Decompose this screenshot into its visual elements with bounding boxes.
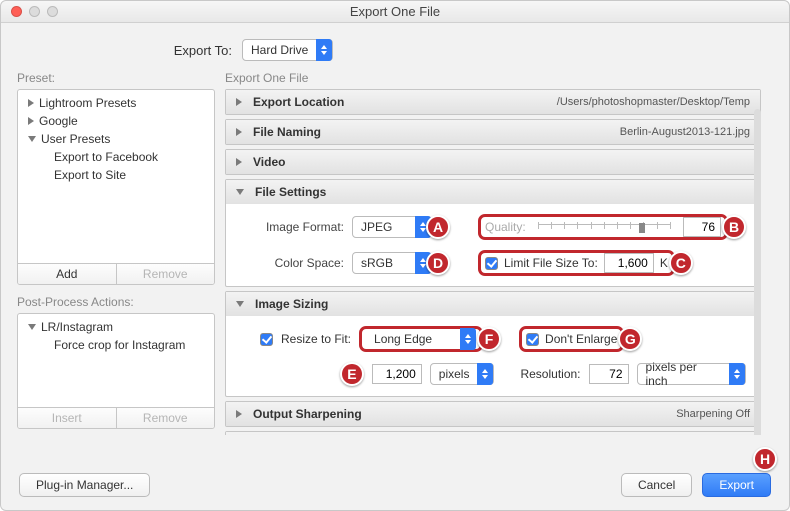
resize-fit-checkbox[interactable]	[260, 333, 273, 346]
chevron-down-icon	[236, 301, 244, 307]
pp-insert-button[interactable]: Insert	[18, 408, 116, 428]
annotation-a: A	[426, 215, 450, 239]
color-space-label: Color Space:	[240, 256, 344, 270]
preset-label: Preset:	[17, 71, 215, 85]
resolution-unit-select[interactable]: pixels per inch	[637, 363, 746, 385]
quality-input[interactable]	[683, 217, 721, 237]
section-file-naming-header[interactable]: File Naming Berlin-August2013-121.jpg	[226, 120, 760, 144]
chevron-updown-icon	[729, 363, 745, 385]
titlebar: Export One File	[1, 1, 789, 23]
limit-filesize-input[interactable]	[604, 253, 654, 273]
preset-add-button[interactable]: Add	[18, 264, 116, 284]
resolution-label: Resolution:	[520, 367, 580, 381]
chevron-right-icon	[236, 158, 242, 166]
preset-remove-button[interactable]: Remove	[116, 264, 215, 284]
dont-enlarge-checkbox[interactable]	[526, 333, 539, 346]
annotation-b: B	[722, 215, 746, 239]
scrollbar[interactable]	[754, 109, 761, 435]
chevron-updown-icon	[460, 328, 476, 350]
preset-export-site[interactable]: Export to Site	[18, 166, 214, 184]
chevron-right-icon	[236, 98, 242, 106]
section-video: Video	[225, 149, 761, 175]
annotation-e: E	[340, 362, 364, 386]
section-export-location-header[interactable]: Export Location /Users/photoshopmaster/D…	[226, 90, 760, 114]
section-video-header[interactable]: Video	[226, 150, 760, 174]
resize-fit-label: Resize to Fit:	[281, 332, 351, 346]
section-metadata: Metadata All Metadata	[225, 431, 761, 435]
annotation-d: D	[426, 251, 450, 275]
image-format-select[interactable]: JPEG	[352, 216, 432, 238]
export-to-select[interactable]: Hard Drive	[242, 39, 333, 61]
chevron-down-icon	[28, 136, 36, 142]
chevron-down-icon	[28, 324, 36, 330]
limit-filesize-checkbox[interactable]	[485, 257, 498, 270]
window-title: Export One File	[1, 4, 789, 19]
section-image-sizing-header[interactable]: Image Sizing	[226, 292, 760, 316]
section-file-naming: File Naming Berlin-August2013-121.jpg	[225, 119, 761, 145]
export-to-value: Hard Drive	[243, 43, 316, 57]
post-process-list: LR/Instagram Force crop for Instagram In…	[17, 313, 215, 429]
export-button[interactable]: Export	[702, 473, 771, 497]
dimension-input[interactable]	[372, 364, 422, 384]
pp-remove-button[interactable]: Remove	[116, 408, 215, 428]
resize-mode-select[interactable]: Long Edge	[366, 329, 476, 349]
post-process-label: Post-Process Actions:	[17, 295, 215, 309]
section-export-location: Export Location /Users/photoshopmaster/D…	[225, 89, 761, 115]
section-output-sharpening-header[interactable]: Output Sharpening Sharpening Off	[226, 402, 760, 426]
limit-filesize-unit: K	[660, 256, 668, 270]
chevron-down-icon	[236, 189, 244, 195]
preset-lightroom[interactable]: Lightroom Presets	[18, 94, 214, 112]
section-output-sharpening: Output Sharpening Sharpening Off	[225, 401, 761, 427]
chevron-right-icon	[236, 128, 242, 136]
dont-enlarge-label: Don't Enlarge	[545, 332, 617, 346]
annotation-g: G	[618, 327, 642, 351]
preset-list: Lightroom Presets Google User Presets Ex…	[17, 89, 215, 285]
annotation-f: F	[477, 327, 501, 351]
image-format-label: Image Format:	[240, 220, 344, 234]
pp-force-crop[interactable]: Force crop for Instagram	[18, 336, 214, 354]
limit-filesize-label: Limit File Size To:	[504, 256, 598, 270]
chevron-updown-icon	[477, 363, 493, 385]
chevron-right-icon	[236, 410, 242, 418]
dimension-unit-select[interactable]: pixels	[430, 363, 495, 385]
annotation-h: H	[753, 447, 777, 471]
quality-label: Quality:	[485, 220, 526, 234]
color-space-select[interactable]: sRGB	[352, 252, 432, 274]
resolution-input[interactable]	[589, 364, 629, 384]
annotation-c: C	[669, 251, 693, 275]
chevron-right-icon	[28, 99, 34, 107]
quality-slider[interactable]	[538, 224, 671, 230]
right-header: Export One File	[225, 71, 773, 85]
section-image-sizing: Image Sizing Resize to Fit: Long Edge	[225, 291, 761, 397]
preset-user[interactable]: User Presets	[18, 130, 214, 148]
pp-lr-instagram[interactable]: LR/Instagram	[18, 318, 214, 336]
section-file-settings-header[interactable]: File Settings	[226, 180, 760, 204]
export-dialog: Export One File Export To: Hard Drive Pr…	[0, 0, 790, 511]
export-to-label: Export To:	[167, 43, 232, 58]
plugin-manager-button[interactable]: Plug-in Manager...	[19, 473, 150, 497]
slider-thumb[interactable]	[639, 223, 645, 233]
preset-google[interactable]: Google	[18, 112, 214, 130]
cancel-button[interactable]: Cancel	[621, 473, 692, 497]
preset-export-facebook[interactable]: Export to Facebook	[18, 148, 214, 166]
section-metadata-header[interactable]: Metadata All Metadata	[226, 432, 760, 435]
section-file-settings: File Settings Image Format: JPEG A	[225, 179, 761, 287]
chevron-updown-icon	[316, 39, 332, 61]
chevron-right-icon	[28, 117, 34, 125]
